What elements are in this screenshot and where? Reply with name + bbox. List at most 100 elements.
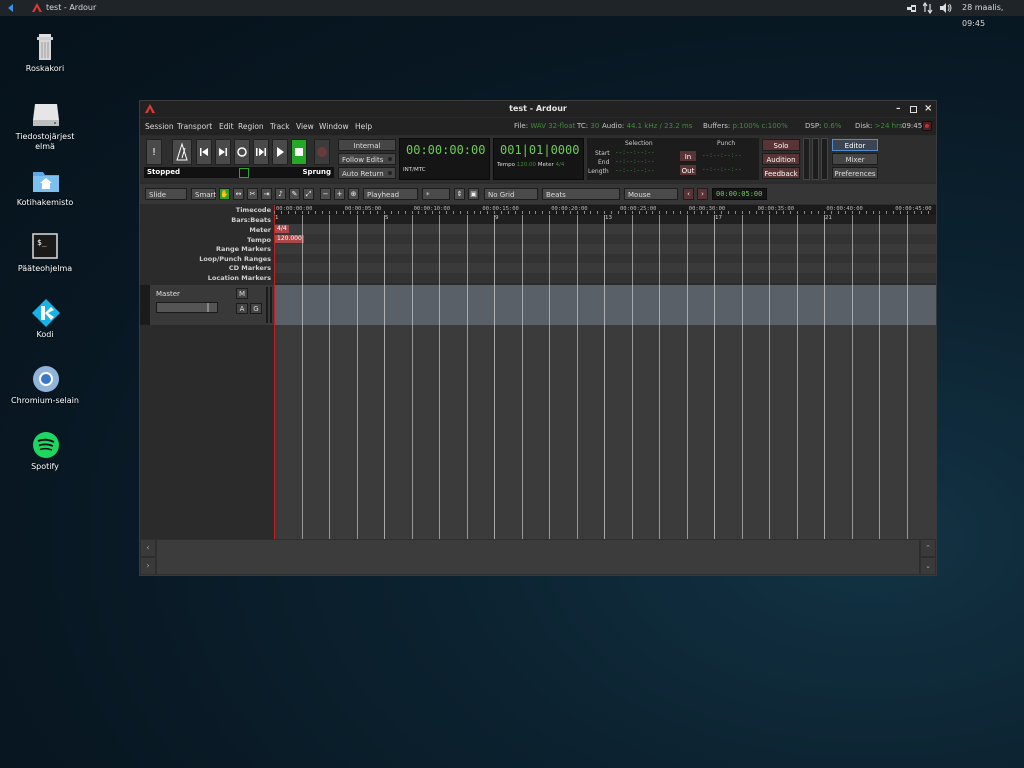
grid-mode-dropdown[interactable]: No Grid	[484, 188, 538, 200]
nudge-dropdown[interactable]: *	[422, 188, 450, 200]
record-button[interactable]	[314, 139, 330, 165]
range-markers-ruler[interactable]	[274, 244, 936, 254]
stretch-tool-icon[interactable]: ⇥	[261, 188, 272, 200]
loop-button[interactable]	[234, 139, 250, 165]
ruler-label-timecode[interactable]: Timecode	[140, 206, 274, 215]
auto-return-button[interactable]: Auto Return	[338, 167, 396, 179]
secondary-clock[interactable]: 001|01|0000 Tempo 120.00 Meter 4/4	[493, 138, 584, 180]
grid-type-dropdown[interactable]: Beats	[542, 188, 620, 200]
solo-button[interactable]: Solo	[762, 139, 800, 151]
smart-mode-button[interactable]: Smart	[191, 188, 216, 200]
master-track-lane[interactable]	[274, 285, 936, 325]
master-track-header[interactable]: Master M A G	[140, 285, 274, 325]
punch-out-button[interactable]: Out	[679, 164, 697, 176]
desktop-icon-home[interactable]: Kotihakemisto	[10, 166, 80, 208]
ruler-label-location-markers[interactable]: Location Markers	[140, 274, 274, 283]
menu-track[interactable]: Track	[270, 118, 290, 135]
primary-clock[interactable]: 00:00:00:00 INT/MTC	[399, 138, 490, 180]
empty-editor-canvas[interactable]	[274, 325, 936, 539]
gain-slider-handle[interactable]	[207, 303, 209, 312]
scroll-up-icon[interactable]: ⌃	[921, 540, 935, 556]
ruler-label-meter[interactable]: Meter	[140, 226, 274, 235]
error-log-button[interactable]	[922, 121, 932, 131]
menu-edit[interactable]: Edit	[219, 118, 234, 135]
nudge-backward-icon[interactable]: ‹	[683, 188, 694, 200]
ruler-label-range-markers[interactable]: Range Markers	[140, 245, 274, 254]
audition-tool-icon[interactable]: ♪	[275, 188, 286, 200]
maximize-icon[interactable]	[910, 106, 917, 113]
mixer-tab-button[interactable]: Mixer	[832, 153, 878, 165]
scroll-down-icon[interactable]: ⌄	[921, 558, 935, 574]
follow-edits-button[interactable]: Follow Edits	[338, 153, 396, 165]
track-mute-button[interactable]: M	[236, 288, 248, 299]
volume-icon[interactable]	[939, 0, 953, 16]
menu-transport[interactable]: Transport	[177, 118, 212, 135]
selection-end-clock[interactable]: --:--:--:--	[615, 158, 655, 165]
ruler-label-tempo[interactable]: Tempo	[140, 236, 274, 245]
shuttle-mode[interactable]: Sprung	[303, 167, 331, 178]
window-titlebar[interactable]: test - Ardour – ×	[140, 101, 936, 117]
goto-start-button[interactable]	[196, 139, 212, 165]
transfer-icon[interactable]	[922, 0, 933, 16]
selection-start-clock[interactable]: --:--:--:--	[615, 149, 655, 156]
play-button[interactable]	[272, 139, 288, 165]
panic-button[interactable]: !	[146, 139, 162, 165]
range-tool-icon[interactable]: ↔	[233, 188, 244, 200]
preferences-tab-button[interactable]: Preferences	[832, 167, 878, 179]
zoom-out-icon[interactable]: −	[320, 188, 331, 200]
play-range-button[interactable]	[253, 139, 269, 165]
cd-markers-ruler[interactable]	[274, 263, 936, 273]
internal-edit-tool-icon[interactable]: ⤢	[303, 188, 314, 200]
desktop-icon-filesystem[interactable]: Tiedostojärjest elmä	[10, 100, 80, 152]
shuttle-indicator[interactable]	[239, 168, 249, 178]
panel-clock[interactable]: 28 maalis, 09:45	[962, 0, 1024, 28]
menu-region[interactable]: Region	[238, 118, 264, 135]
edit-mode-dropdown[interactable]: Slide	[145, 188, 187, 200]
punch-out-clock[interactable]: --:--:--:--	[702, 166, 742, 173]
desktop-icon-kodi[interactable]: Kodi	[10, 298, 80, 340]
cut-tool-icon[interactable]: ✂	[247, 188, 258, 200]
menu-session[interactable]: Session	[145, 118, 174, 135]
nudge-clock[interactable]: 00:00:05:00	[712, 188, 767, 200]
metronome-button[interactable]	[172, 139, 192, 165]
track-name[interactable]: Master	[156, 290, 180, 298]
punch-in-button[interactable]: In	[679, 150, 697, 162]
session-summary[interactable]	[157, 540, 919, 574]
network-icon[interactable]	[906, 0, 918, 16]
menu-window[interactable]: Window	[319, 118, 349, 135]
scroll-left-icon[interactable]: ‹	[141, 540, 155, 556]
meter-ruler[interactable]	[274, 224, 936, 234]
desktop-icon-trash[interactable]: Roskakori	[10, 32, 80, 74]
zoom-session-icon[interactable]: ⊕	[348, 188, 359, 200]
scroll-right-icon[interactable]: ›	[141, 558, 155, 574]
track-gain-slider[interactable]	[156, 302, 218, 313]
ruler-label-bars-beats[interactable]: Bars:Beats	[140, 216, 274, 225]
location-markers-ruler[interactable]	[274, 273, 936, 283]
playhead-line[interactable]	[274, 205, 275, 539]
tempo-marker[interactable]: 120.000	[275, 235, 304, 243]
menu-help[interactable]: Help	[355, 118, 372, 135]
editor-tab-button[interactable]: Editor	[832, 139, 878, 151]
mouse-mode-dropdown[interactable]: Mouse	[624, 188, 678, 200]
zoom-in-icon[interactable]: +	[334, 188, 345, 200]
audition-button[interactable]: Audition	[762, 153, 800, 165]
draw-tool-icon[interactable]: ✎	[289, 188, 300, 200]
ruler-label-loop-punch[interactable]: Loop/Punch Ranges	[140, 255, 274, 264]
grab-tool-icon[interactable]: ✋	[219, 188, 230, 200]
sync-internal-button[interactable]: Internal	[338, 139, 396, 151]
feedback-button[interactable]: Feedback	[762, 167, 800, 179]
desktop-icon-terminal[interactable]: $_ Pääteohjelma	[10, 232, 80, 274]
track-group-button[interactable]: G	[250, 303, 262, 314]
expand-tracks-icon[interactable]: ▣	[468, 188, 479, 200]
desktop-icon-chromium[interactable]: Chromium-selain	[10, 364, 80, 406]
track-automation-button[interactable]: A	[236, 303, 248, 314]
stop-button[interactable]	[291, 139, 307, 165]
loop-punch-ruler[interactable]	[274, 254, 936, 263]
minimize-icon[interactable]: –	[896, 101, 901, 117]
close-icon[interactable]: ×	[924, 101, 932, 117]
nudge-forward-icon[interactable]: ›	[697, 188, 708, 200]
taskbar-window-title[interactable]: test - Ardour	[46, 0, 96, 16]
desktop-icon-spotify[interactable]: Spotify	[10, 430, 80, 472]
menu-view[interactable]: View	[296, 118, 314, 135]
meter-marker[interactable]: 4/4	[275, 225, 289, 233]
